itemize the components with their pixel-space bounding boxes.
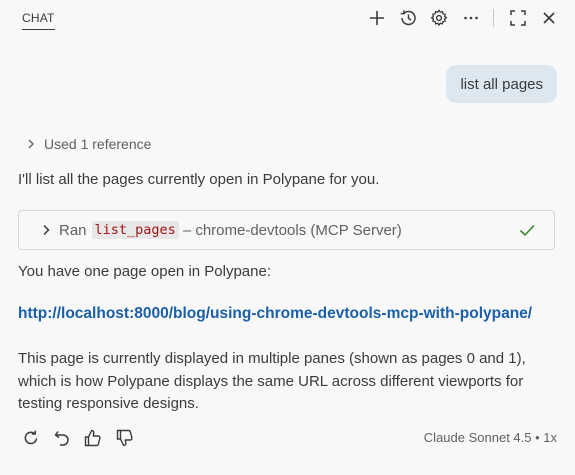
more-icon[interactable] [460,7,482,29]
assistant-paragraph: This page is currently displayed in mult… [18,350,526,412]
undo-icon[interactable] [51,427,73,449]
chat-header: CHAT [0,0,575,40]
check-icon [518,221,536,239]
tab-chat[interactable]: CHAT [22,11,55,30]
tool-call-server: – chrome-devtools (MCP Server) [182,221,402,239]
page-url-link[interactable]: http://localhost:8000/blog/using-chrome-… [18,305,532,323]
header-divider [493,9,494,27]
references-toggle[interactable]: Used 1 reference [26,136,151,152]
tool-call-summary[interactable]: Ran list_pages – chrome-devtools (MCP Se… [18,210,555,250]
tool-call-prefix: Ran [59,221,87,239]
chevron-right-icon [26,138,36,150]
user-message-bubble: list all pages [446,65,557,103]
gear-icon[interactable] [428,7,450,29]
assistant-summary: You have one page open in Polypane: [18,263,272,280]
chevron-right-icon [41,223,51,237]
thumbs-up-icon[interactable] [82,427,104,449]
chat-panel: CHAT list all pages Used 1 reference I'l… [0,0,575,475]
history-icon[interactable] [397,7,419,29]
close-icon[interactable] [538,7,560,29]
model-label[interactable]: Claude Sonnet 4.5 • 1x [424,430,557,445]
references-label: Used 1 reference [44,136,152,152]
assistant-intro: I'll list all the pages currently open i… [18,171,380,188]
tool-name-code: list_pages [91,221,179,239]
plus-icon[interactable] [366,7,388,29]
thumbs-down-icon[interactable] [114,427,136,449]
maximize-icon[interactable] [507,7,529,29]
retry-icon[interactable] [20,427,42,449]
